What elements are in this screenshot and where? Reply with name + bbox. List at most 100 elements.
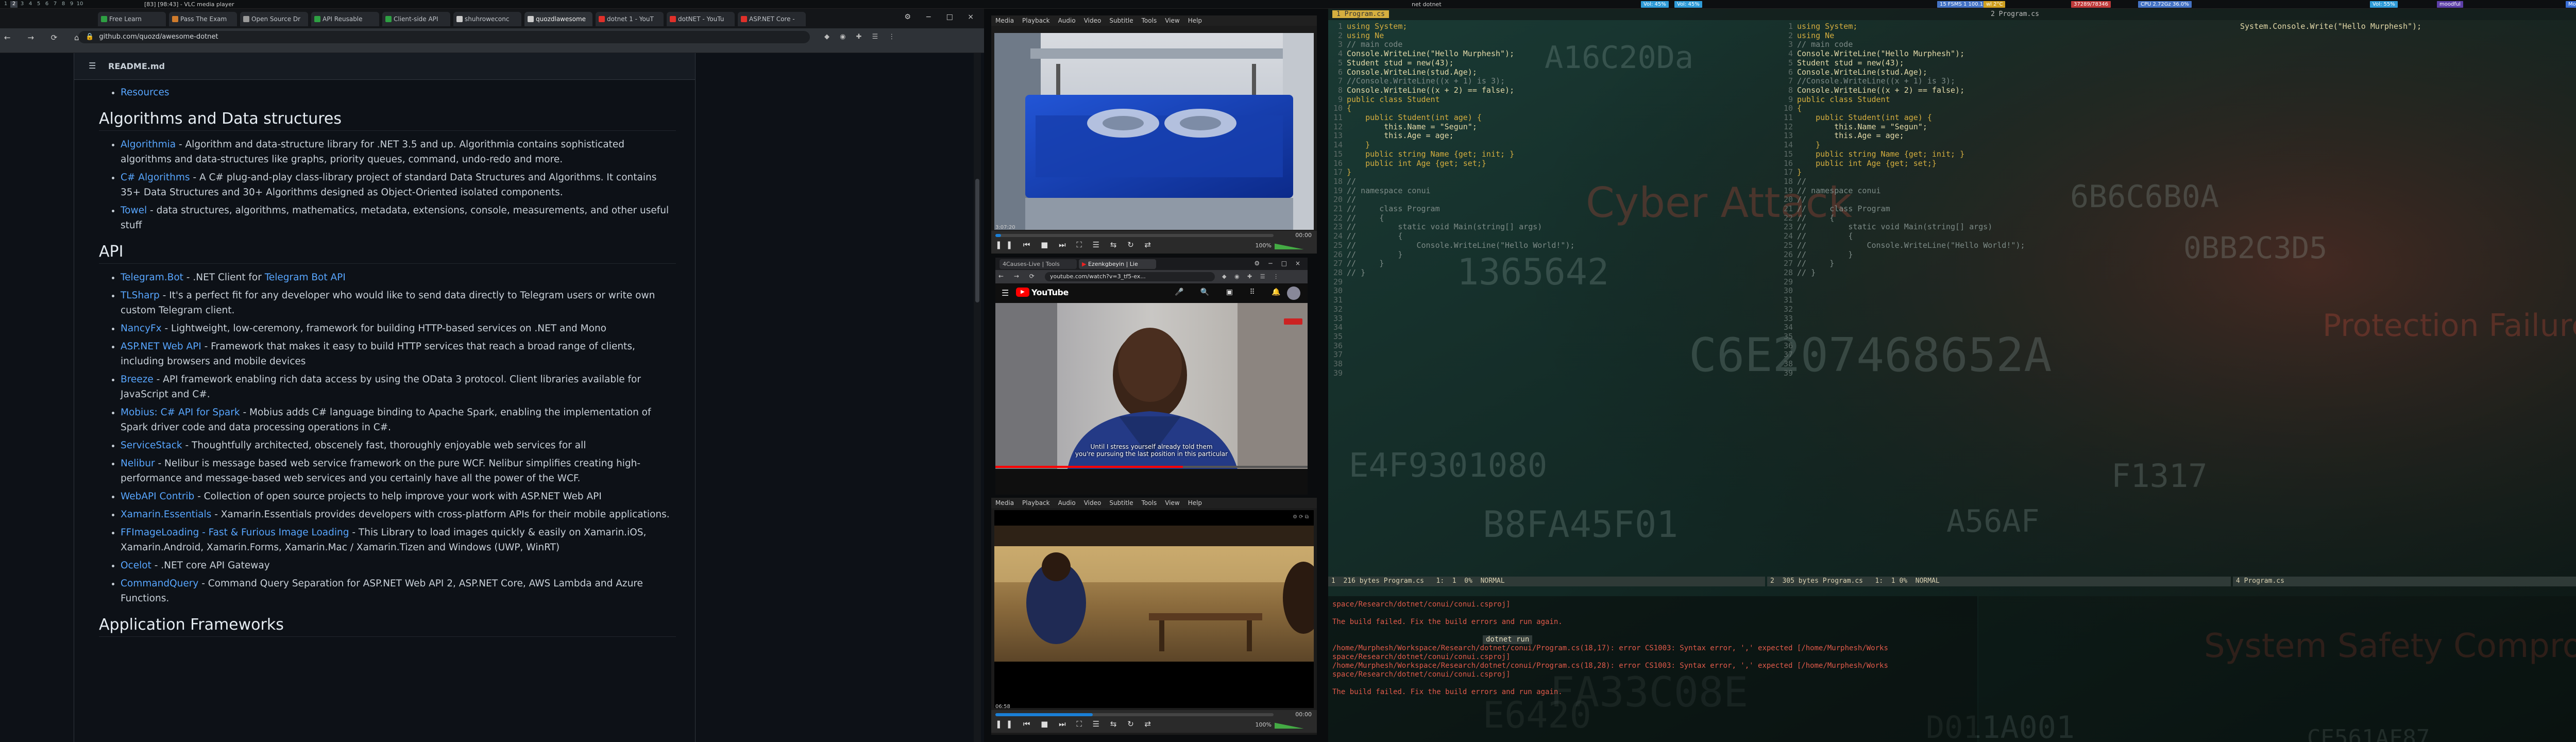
workspace-10[interactable]: 10 — [76, 1, 83, 8]
workspace-9[interactable]: 9 — [68, 1, 75, 8]
vim-tab-2[interactable]: 2 Program.cs — [1988, 10, 2042, 18]
project-description: - Collection of open source projects to … — [194, 491, 602, 502]
project-link[interactable]: CommandQuery — [121, 578, 198, 589]
code-editor-mid[interactable]: using System; using Ne// main code Console… — [1797, 22, 2025, 278]
browser-tab[interactable]: shuhroweconc — [453, 12, 521, 26]
project-link[interactable]: WebAPI Contrib — [121, 491, 194, 502]
menu-item[interactable]: Playback — [1022, 17, 1050, 24]
menu-item[interactable]: View — [1165, 17, 1179, 24]
menu-item[interactable]: Tools — [1142, 499, 1157, 507]
workspace-8[interactable]: 8 — [60, 1, 67, 8]
project-link[interactable]: NancyFx — [121, 323, 162, 334]
project-link[interactable]: TLSharp — [121, 290, 160, 301]
project-link[interactable]: Algorithmia — [121, 139, 176, 150]
nav-buttons[interactable]: ← → ⟳ ⌂ — [4, 33, 87, 42]
empty-terminal-pane[interactable] — [1978, 596, 2576, 742]
menu-item[interactable]: Subtitle — [1109, 17, 1133, 24]
volume-slider[interactable] — [1275, 242, 1311, 249]
project-link[interactable]: Xamarin.Essentials — [121, 509, 211, 520]
yt-window-controls[interactable]: ⚙ − □ × — [1254, 260, 1303, 267]
page-scrollbar[interactable] — [974, 53, 981, 742]
workspace-1[interactable]: 1 — [2, 1, 9, 8]
menu-item[interactable]: Video — [1084, 17, 1101, 24]
video-frame-top[interactable] — [994, 33, 1314, 230]
project-link[interactable]: FFImageLoading - Fast & Furious Image Lo… — [121, 527, 349, 538]
browser-tab[interactable]: quozdlawesome — [524, 12, 592, 26]
menu-item[interactable]: Help — [1188, 499, 1202, 507]
volume-slider-2[interactable] — [1275, 721, 1311, 729]
yt-video-player[interactable]: Until I stress yourself already told the… — [995, 303, 1308, 469]
workspace-6[interactable]: 6 — [43, 1, 50, 8]
youtube-logo-text[interactable]: YouTube — [1031, 288, 1069, 297]
yt-url-bar[interactable]: youtube.com/watch?v=3_tf5-ex... — [1045, 272, 1215, 281]
menu-item[interactable]: Audio — [1058, 17, 1076, 24]
project-link[interactable]: Mobius: C# API for Spark — [121, 407, 240, 418]
project-link[interactable]: Breeze — [121, 374, 154, 385]
seek-bar-bottom[interactable] — [995, 713, 1274, 716]
menu-icon[interactable]: ☰ — [1002, 288, 1009, 298]
project-link[interactable]: Ocelot — [121, 560, 151, 571]
section-heading: Application Frameworks — [99, 617, 676, 637]
yt-header-icons[interactable]: 🎤 🔍 ▣ ⠿ 🔔 — [1175, 288, 1288, 296]
yt-tab-2[interactable]: ▶ Ezenkgbeyin | Lie — [1079, 259, 1156, 269]
window-controls[interactable]: ⚙ − □ × — [904, 13, 980, 21]
project-link[interactable]: ServiceStack — [121, 440, 182, 451]
menu-item[interactable]: Media — [995, 17, 1014, 24]
browser-tab[interactable]: Pass The Exam — [169, 12, 237, 26]
project-link[interactable]: Resources — [121, 87, 169, 98]
menu-item[interactable]: Playback — [1022, 499, 1050, 507]
workspace-5[interactable]: 5 — [35, 1, 42, 8]
menu-item[interactable]: Subtitle — [1109, 499, 1133, 507]
yt-tab-1[interactable]: 4Causes-Live | Tools — [999, 259, 1077, 269]
browser-tab[interactable]: dotNET - YouTu — [667, 12, 735, 26]
code-editor-right[interactable]: System.Console.Write("Hello Murphesh"); — [2240, 22, 2421, 31]
project-link[interactable]: Towel — [121, 205, 147, 216]
tab-favicon-icon — [599, 16, 605, 22]
avatar[interactable] — [1287, 286, 1300, 300]
browser-tab[interactable]: Open Source Dr — [240, 12, 308, 26]
workspace-4[interactable]: 4 — [27, 1, 34, 8]
browser-tab[interactable]: Free Learn — [98, 12, 166, 26]
project-link-secondary[interactable]: Telegram Bot API — [265, 272, 346, 283]
vim-tab-1[interactable]: 1 Program.cs — [1332, 10, 1389, 18]
project-link[interactable]: C# Algorithms — [121, 172, 190, 183]
menu-item[interactable]: View — [1165, 499, 1179, 507]
readme-panel: ☰ README.md Resources Algorithms and Data… — [74, 53, 696, 742]
scrollbar-thumb[interactable] — [975, 179, 979, 302]
project-link[interactable]: Telegram.Bot — [121, 272, 183, 283]
line-number: 34 — [1333, 323, 1343, 332]
menu-item[interactable]: Tools — [1142, 17, 1157, 24]
list-icon[interactable]: ☰ — [89, 61, 96, 71]
browser-tab[interactable]: Client-side API — [382, 12, 450, 26]
browser-tab[interactable]: ASP.NET Core - — [738, 12, 806, 26]
code-line: Student stud = new(43); — [1797, 58, 1904, 68]
vlc-window-top: Media Playback Audio Video Subtitle Tools View… — [991, 15, 1317, 254]
workspace-2[interactable]: 2 — [10, 1, 18, 8]
browser-tab[interactable]: dotnet 1 - YouT — [596, 12, 664, 26]
line-number: 27 — [1783, 259, 1793, 268]
workspace-3[interactable]: 3 — [19, 1, 26, 8]
playback-buttons-2[interactable]: ❚❚ ⏮ ■ ⏭ ⛶ ☰ ⇆ ↻ ⇄ — [995, 719, 1155, 729]
code-line: // Console.WriteLine("Hello World!"); — [1797, 240, 2025, 250]
playback-buttons[interactable]: ❚❚ ⏮ ■ ⏭ ⛶ ☰ ⇆ ↻ ⇄ — [995, 240, 1155, 249]
yt-progress-bar[interactable] — [995, 466, 1308, 468]
project-link[interactable]: Nelibur — [121, 458, 155, 469]
browser-tab[interactable]: API Reusable — [311, 12, 379, 26]
list-item: Breeze - API framework enabling rich dat… — [121, 372, 676, 402]
code-line: this.Age = age; — [1347, 131, 1454, 141]
line-number: 30 — [1783, 286, 1793, 296]
seek-bar-top[interactable] — [995, 234, 1274, 237]
menu-item[interactable]: Media — [995, 499, 1014, 507]
yt-ext-icons[interactable]: ◆ ◉ ✚ ☰ ⋮ — [1222, 273, 1282, 280]
url-bar[interactable]: 🔒 github.com/quozd/awesome-dotnet — [78, 31, 810, 43]
menu-item[interactable]: Audio — [1058, 499, 1076, 507]
menu-item[interactable]: Video — [1084, 499, 1101, 507]
extension-icons[interactable]: ◆ ◉ ✚ ☰ ⋮ — [824, 33, 899, 41]
workspace-7[interactable]: 7 — [52, 1, 59, 8]
project-link[interactable]: ASP.NET Web API — [121, 341, 201, 352]
menu-item[interactable]: Help — [1188, 17, 1202, 24]
youtube-logo-icon[interactable]: ▶ — [1016, 288, 1029, 297]
code-editor-left[interactable]: using System; using Ne// main code Console… — [1347, 22, 1575, 278]
code-line: // — [1347, 176, 1357, 186]
video-frame-bottom[interactable] — [994, 526, 1314, 662]
